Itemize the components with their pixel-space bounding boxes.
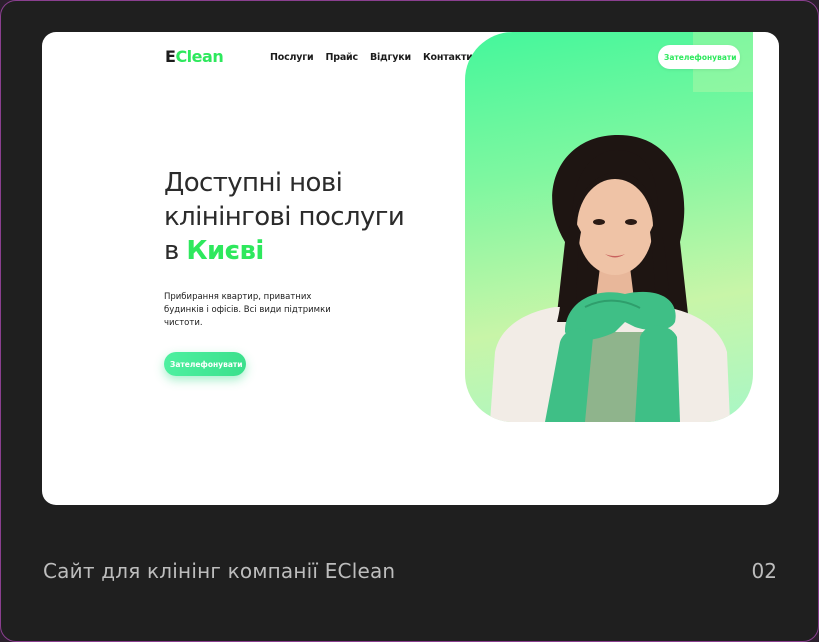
call-button-hero[interactable]: Зателефонувати	[164, 352, 246, 376]
logo[interactable]: EClean	[165, 47, 224, 66]
hero-title: Доступні нові клінінгові послуги в Києві	[164, 166, 444, 268]
website-preview: EClean Послуги Прайс Відгуки Контакти До…	[42, 32, 779, 505]
logo-accent: Clean	[175, 47, 224, 66]
nav-reviews[interactable]: Відгуки	[370, 52, 411, 63]
hero-title-line1: Доступні нові	[164, 168, 343, 198]
nav-services[interactable]: Послуги	[270, 52, 314, 63]
call-button-header[interactable]: Зателефонувати	[658, 45, 740, 69]
main-nav: Послуги Прайс Відгуки Контакти	[270, 52, 473, 63]
hero-photo-panel	[465, 32, 753, 422]
page-number: 02	[751, 559, 777, 583]
project-caption: Сайт для клінінг компанії EClean	[43, 559, 396, 583]
hero-title-line3: в Києві	[164, 234, 444, 268]
hero-title-line2: клінінгові послуги	[164, 202, 405, 232]
nav-prices[interactable]: Прайс	[325, 52, 358, 63]
hero-title-prefix: в	[164, 236, 187, 266]
hero-description: Прибирання квартир, приватних будинків і…	[164, 292, 331, 328]
logo-main: E	[165, 47, 176, 66]
cleaner-woman-photo	[490, 134, 730, 422]
hero-title-city: Києві	[186, 236, 264, 266]
presentation-frame: EClean Послуги Прайс Відгуки Контакти До…	[0, 0, 819, 642]
